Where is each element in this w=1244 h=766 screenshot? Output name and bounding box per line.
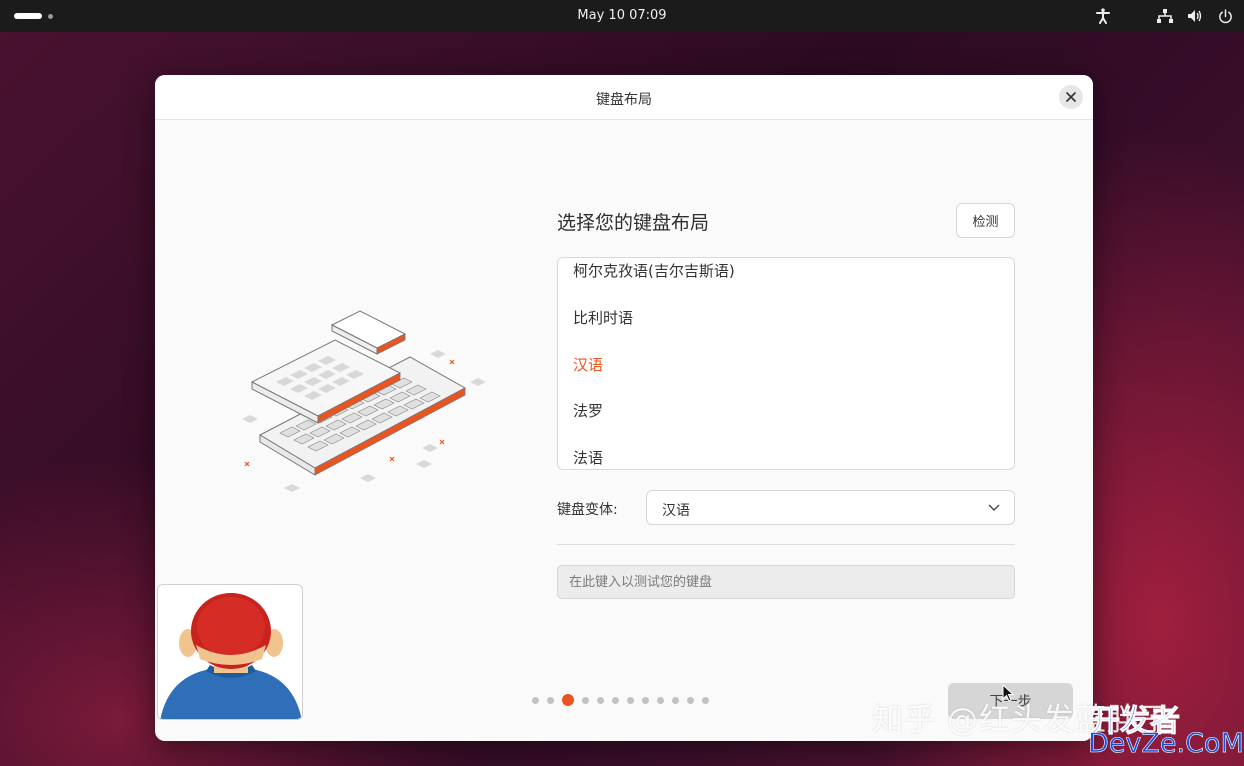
- volume-icon[interactable]: [1186, 7, 1204, 25]
- avatar: [157, 584, 303, 720]
- page-dot: [672, 696, 679, 704]
- layout-item[interactable]: 法语: [573, 447, 603, 469]
- page-dot: [687, 696, 694, 704]
- page-dot: [627, 696, 634, 704]
- detect-button[interactable]: 检测: [956, 203, 1015, 238]
- window-title: 键盘布局: [596, 92, 652, 108]
- close-button[interactable]: [1059, 85, 1083, 109]
- page-dot: [532, 696, 539, 704]
- chevron-down-icon: [988, 504, 1000, 511]
- layout-list[interactable]: 柯尔克孜语(吉尔吉斯语) 比利时语 汉语 法罗 法语: [557, 257, 1015, 470]
- system-tray[interactable]: [1094, 7, 1234, 25]
- page-dot: [547, 696, 554, 704]
- page-dot: [597, 696, 604, 704]
- top-bar: May 10 07:09: [0, 0, 1244, 32]
- variant-dropdown[interactable]: 汉语: [646, 490, 1015, 525]
- variant-label: 键盘变体:: [557, 502, 618, 518]
- page-heading: 选择您的键盘布局: [557, 212, 710, 234]
- page-dot: [612, 696, 619, 704]
- layout-item[interactable]: 法罗: [573, 400, 603, 422]
- network-icon[interactable]: [1156, 7, 1174, 25]
- page-dot: [582, 696, 589, 704]
- keyboard-illustration: [242, 310, 486, 492]
- watermark-devze: DevZe.CoM: [1088, 728, 1244, 760]
- layout-item[interactable]: 柯尔克孜语(吉尔吉斯语): [573, 260, 735, 282]
- page-dot: [657, 696, 664, 704]
- pagination-dots: [532, 694, 709, 706]
- page-dot: [702, 696, 709, 704]
- header-bar: 键盘布局: [155, 75, 1093, 120]
- divider: [557, 544, 1015, 545]
- clock[interactable]: May 10 07:09: [0, 8, 1244, 23]
- accessibility-icon[interactable]: [1094, 7, 1112, 25]
- layout-item-selected[interactable]: 汉语: [573, 354, 603, 376]
- keyboard-test-input[interactable]: [557, 565, 1015, 599]
- variant-value: 汉语: [662, 503, 690, 519]
- page-dot: [642, 696, 649, 704]
- close-icon: [1066, 92, 1076, 102]
- layout-item[interactable]: 比利时语: [573, 307, 633, 329]
- page-dot-active: [562, 694, 574, 706]
- power-icon[interactable]: [1216, 7, 1234, 25]
